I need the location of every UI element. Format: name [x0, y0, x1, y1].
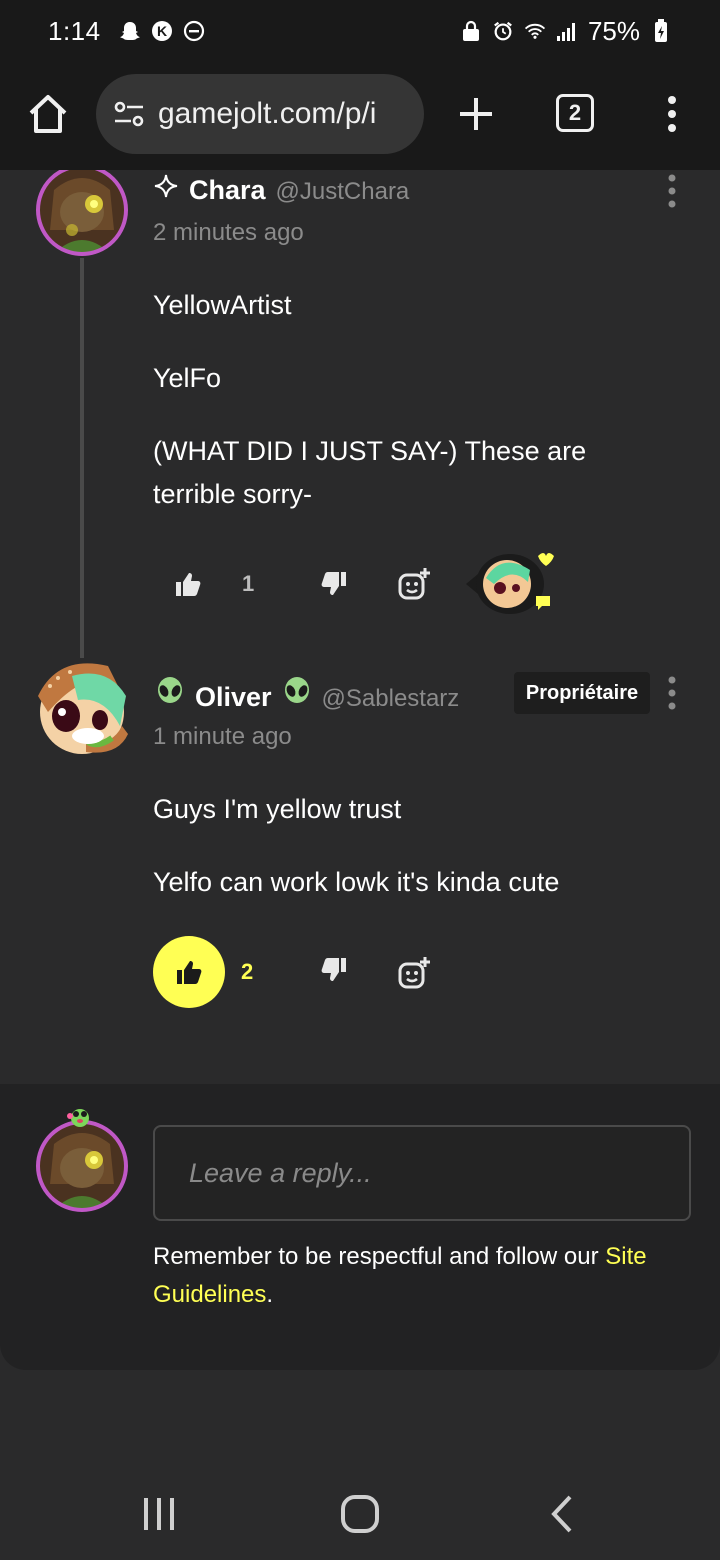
battery-percent: 75% — [587, 15, 640, 46]
signal-icon — [556, 20, 578, 42]
back-button[interactable] — [548, 1494, 576, 1539]
snapchat-icon — [119, 20, 141, 42]
author-handle[interactable]: @JustChara — [276, 178, 410, 206]
add-sticker-button[interactable] — [392, 562, 436, 606]
thumbs-down-icon — [321, 958, 346, 981]
thumbs-up-icon — [177, 961, 202, 984]
comment-paragraph: Yelfo can work lowk it's kinda cute — [153, 867, 560, 897]
comment-header: Oliver @Sablestarz — [155, 676, 459, 713]
sparkle-icon — [153, 173, 179, 204]
comment-time: 1 minute ago — [153, 723, 292, 750]
new-tab-button[interactable] — [456, 94, 496, 134]
home-button[interactable] — [26, 92, 70, 136]
wifi-icon — [524, 20, 546, 42]
browser-toolbar: gamejolt.com/p/i 2 — [0, 62, 720, 170]
comment-paragraph: YelFo — [153, 363, 222, 393]
site-settings-icon[interactable] — [112, 97, 146, 131]
author-handle[interactable]: @Sablestarz — [322, 685, 460, 713]
k-app-icon: K — [151, 20, 173, 42]
like-button-active[interactable] — [153, 936, 225, 1008]
address-bar[interactable]: gamejolt.com/p/i — [96, 74, 424, 154]
kebab-menu-icon — [668, 174, 676, 208]
battery-icon — [650, 19, 672, 42]
lock-icon — [460, 20, 482, 42]
status-bar: 1:14 K 75% — [0, 0, 720, 62]
comment-paragraph: (WHAT DID I JUST SAY-) These are terribl… — [153, 436, 587, 509]
status-time: 1:14 — [48, 15, 101, 46]
system-status: 75% — [460, 16, 672, 47]
author-name[interactable]: Chara — [189, 175, 266, 206]
guidelines-notice: Remember to be respectful and follow our… — [153, 1238, 693, 1314]
tab-switcher-button[interactable]: 2 — [556, 94, 594, 132]
guidelines-text: Remember to be respectful and follow our — [153, 1243, 599, 1270]
reply-input[interactable] — [153, 1125, 691, 1221]
back-icon — [551, 1495, 572, 1533]
add-sticker-button[interactable] — [392, 951, 436, 995]
notification-icons: K — [119, 20, 205, 42]
alien-icon — [155, 676, 185, 711]
like-button[interactable] — [166, 562, 210, 606]
kebab-menu-icon — [668, 96, 676, 132]
guidelines-end: . — [266, 1281, 274, 1308]
dislike-button[interactable] — [312, 562, 356, 606]
screen: { "status_bar": { "time": "1:14", "batte… — [0, 0, 720, 1560]
add-sticker-icon — [398, 957, 430, 989]
author-name[interactable]: Oliver — [195, 682, 272, 713]
home-icon — [29, 95, 67, 133]
thumbs-up-icon — [176, 573, 201, 596]
comment-more-button[interactable] — [660, 172, 684, 212]
comment-header: Chara @JustChara — [153, 173, 409, 206]
thumbs-down-icon — [321, 572, 346, 595]
alien-icon — [282, 676, 312, 711]
avatar-oliver[interactable] — [28, 656, 138, 766]
recents-button[interactable] — [142, 1496, 176, 1537]
comment-paragraph: Guys I'm yellow trust — [153, 794, 402, 824]
avatar-chara[interactable] — [34, 170, 130, 258]
home-nav-button[interactable] — [340, 1494, 380, 1539]
alarm-icon — [492, 20, 514, 42]
browser-menu-button[interactable] — [660, 94, 684, 134]
svg-text:K: K — [157, 23, 167, 39]
sticker-reaction[interactable] — [462, 548, 558, 618]
system-nav-bar — [0, 1460, 720, 1560]
like-count: 2 — [241, 959, 254, 984]
thread-line — [80, 258, 84, 658]
recents-icon — [144, 1498, 174, 1530]
kebab-menu-icon — [668, 676, 676, 710]
current-user-avatar[interactable] — [34, 1104, 132, 1216]
dislike-button[interactable] — [312, 948, 356, 992]
plus-icon — [460, 98, 492, 130]
do-not-disturb-icon — [183, 20, 205, 42]
comment-more-button[interactable] — [660, 674, 684, 714]
comment-time: 2 minutes ago — [153, 219, 304, 246]
comment-paragraph: YellowArtist — [153, 290, 292, 320]
add-sticker-icon — [398, 568, 430, 600]
owner-badge: Propriétaire — [514, 672, 650, 714]
url-text: gamejolt.com/p/i — [158, 97, 377, 130]
like-count: 1 — [242, 571, 255, 596]
home-circle-icon — [341, 1495, 379, 1533]
